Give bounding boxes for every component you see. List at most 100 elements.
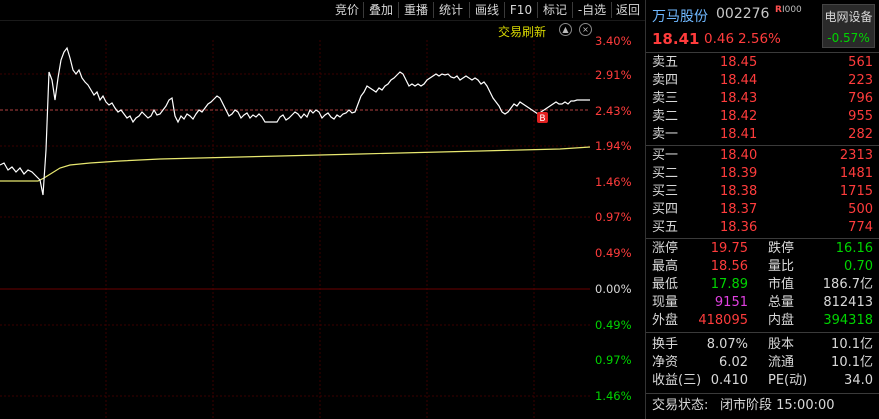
draw-line-button[interactable]: 画线	[473, 2, 501, 18]
overlay-button[interactable]: 叠加	[367, 2, 395, 18]
bid-price: 18.38	[720, 184, 758, 199]
chart-canvas[interactable]: B	[0, 0, 640, 419]
replay-button[interactable]: 重播	[402, 2, 430, 18]
trade-refresh-label[interactable]: 交易刷新	[498, 23, 546, 40]
auction-button[interactable]: 竞价	[333, 2, 361, 18]
intraday-chart[interactable]: B	[0, 0, 640, 419]
shares-value: 10.1亿	[831, 337, 873, 352]
sector-name: 电网设备	[824, 10, 873, 24]
ask-price: 18.41	[720, 127, 758, 142]
market-cap-label: 市值	[768, 277, 795, 292]
margin-badge: RI000	[775, 5, 802, 15]
mark-button[interactable]: 标记	[541, 2, 569, 18]
close-icon[interactable]: ×	[579, 23, 592, 36]
ask-row: 卖四 18.44 223	[652, 72, 873, 90]
buy-marker[interactable]: B	[537, 112, 548, 124]
float-shares-label: 流通	[768, 355, 795, 370]
stats-row: 现量 9151 总量 812413	[652, 294, 873, 312]
high-label: 最高	[652, 259, 679, 274]
toolbar-divider	[537, 2, 538, 18]
axis-label: 0.49%	[595, 318, 632, 332]
total-volume-value: 812413	[823, 295, 873, 310]
ask-row: 卖二 18.42 955	[652, 108, 873, 126]
current-volume-value: 9151	[714, 295, 748, 310]
toolbar-divider	[469, 2, 470, 18]
axis-label: 1.46%	[595, 389, 632, 403]
stats-row: 最低 17.89 市值 186.7亿	[652, 276, 873, 294]
ask-price: 18.42	[720, 109, 758, 124]
price-change-pct: 2.56%	[738, 31, 781, 47]
stats-row: 涨停 19.75 跌停 16.16	[652, 240, 873, 258]
inner-disk-value: 394318	[823, 313, 873, 328]
pe-label: PE(动)	[768, 373, 808, 388]
trade-status-label: 交易状态:	[652, 398, 709, 413]
quote-panel: 万马股份 002276 RI000 18.41 0.46 2.56% 电网设备 …	[645, 0, 879, 419]
sector-button[interactable]: 电网设备 -0.57%	[822, 4, 875, 48]
toolbar-divider	[363, 2, 364, 18]
ask-row: 卖三 18.43 796	[652, 90, 873, 108]
turnover-value: 8.07%	[706, 337, 748, 352]
price-change: 0.46	[704, 31, 735, 47]
limit-down-value: 16.16	[835, 241, 873, 256]
ask-volume: 223	[848, 73, 873, 88]
shares-label: 股本	[768, 337, 795, 352]
divider	[646, 145, 879, 146]
stock-code: 002276	[716, 6, 770, 22]
stats-row: 收益(三) 0.410 PE(动) 34.0	[652, 372, 873, 390]
back-button[interactable]: 返回	[614, 2, 642, 18]
ask-label: 卖一	[652, 127, 679, 142]
low-value: 17.89	[710, 277, 748, 292]
divider	[646, 238, 879, 239]
remove-watchlist-button[interactable]: -自选	[575, 2, 609, 18]
chart-subbar: 交易刷新 ▲ ×	[0, 20, 640, 40]
chart-toolbar: 竞价 叠加 重播 统计 画线 F10 标记 -自选 返回	[0, 0, 645, 21]
bid-price: 18.40	[720, 148, 758, 163]
ask-price: 18.45	[720, 55, 758, 70]
stats-button[interactable]: 统计	[437, 2, 465, 18]
low-label: 最低	[652, 277, 679, 292]
bid-row: 买五 18.36 774	[652, 219, 873, 237]
stats-row: 净资 6.02 流通 10.1亿	[652, 354, 873, 372]
inner-disk-label: 内盘	[768, 313, 795, 328]
toolbar-divider	[504, 2, 505, 18]
bid-volume: 1715	[839, 184, 873, 199]
axis-label: 2.43%	[595, 104, 632, 118]
ask-volume: 282	[848, 127, 873, 142]
stats-row: 最高 18.56 量比 0.70	[652, 258, 873, 276]
axis-label: 1.46%	[595, 175, 632, 189]
market-cap-value: 186.7亿	[822, 277, 873, 292]
eps-value: 0.410	[710, 373, 748, 388]
ask-row: 卖五 18.45 561	[652, 54, 873, 72]
axis-label: 0.97%	[595, 353, 632, 367]
outer-disk-label: 外盘	[652, 313, 679, 328]
eps-label: 收益(三)	[652, 373, 702, 388]
ask-volume: 796	[848, 91, 873, 106]
bid-price: 18.36	[720, 220, 758, 235]
current-volume-label: 现量	[652, 295, 679, 310]
float-shares-value: 10.1亿	[831, 355, 873, 370]
bid-row: 买二 18.39 1481	[652, 165, 873, 183]
ask-price: 18.44	[720, 73, 758, 88]
bid-volume: 500	[848, 202, 873, 217]
axis-label: 0.00%	[595, 282, 632, 296]
volume-ratio-label: 量比	[768, 259, 795, 274]
trade-status-row: 交易状态: 闭市阶段 15:00:00	[652, 397, 873, 415]
ask-label: 卖五	[652, 55, 679, 70]
bid-row: 买四 18.37 500	[652, 201, 873, 219]
divider	[646, 52, 879, 53]
ask-row: 卖一 18.41 282	[652, 126, 873, 144]
axis-label: 1.94%	[595, 139, 632, 153]
toolbar-divider	[611, 2, 612, 18]
bid-label: 买四	[652, 202, 679, 217]
axis-label: 0.49%	[595, 246, 632, 260]
bid-volume: 1481	[839, 166, 873, 181]
ask-label: 卖三	[652, 91, 679, 106]
axis-label: 2.91%	[595, 68, 632, 82]
bid-volume: 774	[848, 220, 873, 235]
f10-button[interactable]: F10	[508, 2, 534, 18]
net-assets-label: 净资	[652, 355, 679, 370]
bid-label: 买一	[652, 148, 679, 163]
high-value: 18.56	[710, 259, 748, 274]
scroll-up-icon[interactable]: ▲	[559, 23, 572, 36]
buy-marker-text: B	[539, 114, 545, 124]
